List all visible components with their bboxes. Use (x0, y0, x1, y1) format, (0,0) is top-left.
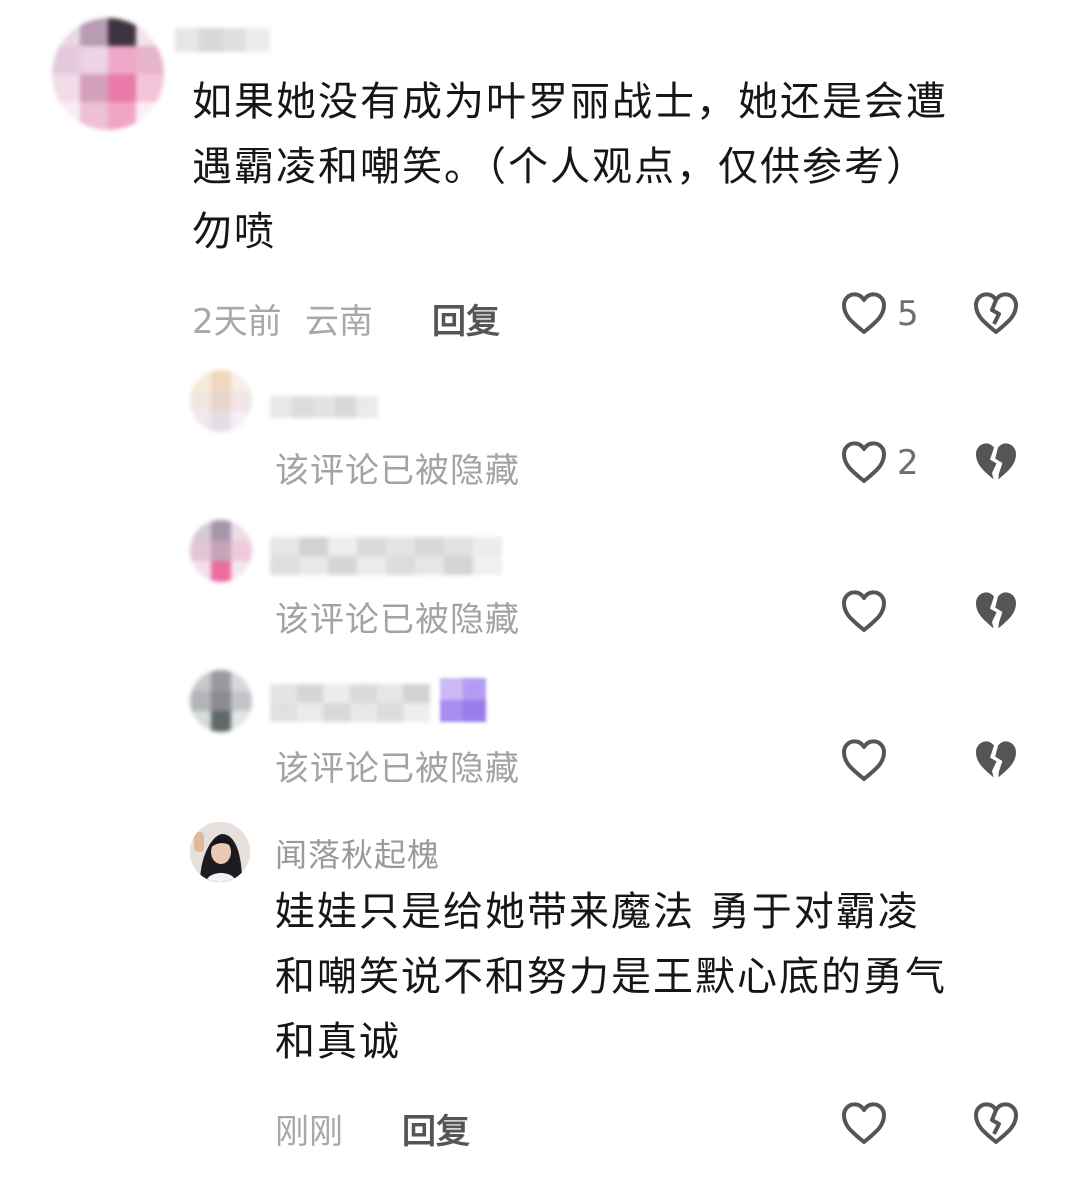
broken-heart-outline-icon (974, 1102, 1018, 1144)
reply-button[interactable]: 回复 (432, 294, 500, 343)
hidden-comment-notice: 该评论已被隐藏 (275, 749, 520, 789)
reply-text-line: 和嘲笑说不和努力是王默心底的勇气 (275, 954, 947, 1000)
like-button[interactable] (840, 588, 888, 634)
dislike-button[interactable] (972, 1100, 1020, 1146)
username[interactable]: 闻落秋起槐 (275, 830, 440, 876)
like-count: 5 (897, 294, 919, 334)
avatar-photo-icon (190, 822, 250, 882)
avatar[interactable] (52, 18, 164, 130)
level-badge-icon (440, 678, 486, 722)
heart-outline-icon (842, 590, 886, 632)
avatar[interactable] (190, 670, 252, 732)
reply-text-line: 娃娃只是给她带来魔法 勇于对霸凌 (275, 889, 920, 935)
like-button[interactable] (840, 737, 888, 783)
hidden-comment-notice: 该评论已被隐藏 (275, 451, 520, 491)
hidden-comment-notice: 该评论已被隐藏 (275, 600, 520, 640)
comment-text-line: 勿喷 (192, 209, 276, 255)
username-blurred[interactable] (270, 684, 430, 722)
reply-button[interactable]: 回复 (402, 1104, 470, 1153)
avatar[interactable] (190, 370, 252, 432)
reply-text-line: 和真诚 (275, 1019, 401, 1065)
like-button[interactable] (840, 439, 888, 485)
reply-text: 娃娃只是给她带来魔法 勇于对霸凌 和嘲笑说不和努力是王默心底的勇气 和真诚 (275, 880, 1055, 1075)
avatar[interactable] (190, 520, 252, 582)
broken-heart-outline-icon (974, 292, 1018, 334)
heart-outline-icon (842, 441, 886, 483)
dislike-button[interactable] (972, 439, 1020, 485)
broken-heart-filled-icon (976, 443, 1016, 480)
username-blurred[interactable] (270, 537, 502, 575)
heart-outline-icon (842, 292, 886, 334)
comment-text-line: 如果她没有成为叶罗丽战士，她还是会遭 (192, 79, 948, 125)
comment-location: 云南 (305, 302, 373, 342)
username-blurred[interactable] (175, 28, 270, 52)
like-button[interactable] (840, 1100, 888, 1146)
comment-text-line: 遇霸凌和嘲笑。（个人观点，仅供参考） (192, 144, 928, 190)
dislike-button[interactable] (972, 588, 1020, 634)
comment-thread: 如果她没有成为叶罗丽战士，她还是会遭 遇霸凌和嘲笑。（个人观点，仅供参考） 勿喷… (0, 0, 1080, 1192)
username-blurred[interactable] (270, 396, 378, 418)
avatar[interactable] (190, 822, 250, 882)
heart-outline-icon (842, 739, 886, 781)
comment-text: 如果她没有成为叶罗丽战士，她还是会遭 遇霸凌和嘲笑。（个人观点，仅供参考） 勿喷 (192, 70, 1052, 265)
heart-outline-icon (842, 1102, 886, 1144)
like-button[interactable] (840, 290, 888, 336)
broken-heart-filled-icon (976, 741, 1016, 778)
dislike-button[interactable] (972, 737, 1020, 783)
broken-heart-filled-icon (976, 592, 1016, 629)
dislike-button[interactable] (972, 290, 1020, 336)
comment-time: 2天前 (192, 302, 282, 342)
reply-time: 刚刚 (275, 1112, 343, 1152)
like-count: 2 (897, 443, 919, 483)
